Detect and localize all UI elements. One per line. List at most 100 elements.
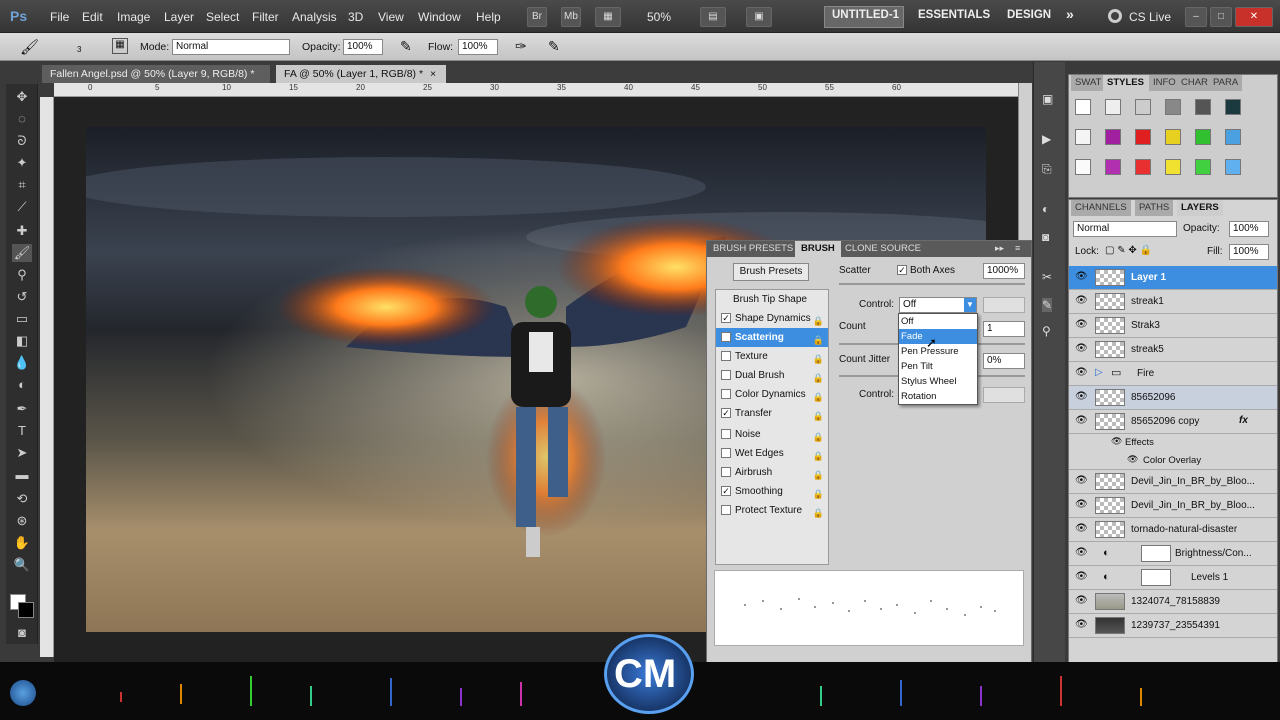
visibility-eye-icon[interactable]: 👁 [1075,595,1088,607]
noise-checkbox[interactable] [721,429,731,439]
visibility-eye-icon[interactable]: 👁 [1075,415,1088,427]
style-swatch[interactable] [1105,159,1121,175]
cslive-icon[interactable] [1108,9,1122,23]
mode-select[interactable]: Normal [172,39,290,55]
airbrush-icon[interactable]: ✑ [515,38,527,55]
visibility-eye-icon[interactable]: 👁 [1075,571,1088,583]
tab-fa[interactable]: FA @ 50% (Layer 1, RGB/8) * × [276,65,446,83]
layer-group-row[interactable]: 👁 ▷ ▭ Fire [1069,362,1277,386]
layer-row[interactable]: 👁 Layer 1 [1069,266,1277,290]
gradient-tool-icon[interactable]: ◧ [12,332,32,350]
tab-channels[interactable]: CHANNELS [1071,200,1131,216]
menu-analysis[interactable]: Analysis [292,10,337,24]
menu-image[interactable]: Image [117,10,150,24]
lock-icons[interactable]: ▢ ✎ ✥ 🔒 [1105,245,1152,256]
visibility-eye-icon[interactable]: 👁 [1075,475,1088,487]
style-swatch[interactable] [1165,99,1181,115]
dodge-tool-icon[interactable]: ◐ [12,376,32,394]
history-brush-tool-icon[interactable]: ↺ [12,288,32,306]
mini-bridge-button[interactable]: Mb [561,7,581,27]
type-tool-icon[interactable]: T [12,422,32,440]
layer-row[interactable]: 👁 Strak3 [1069,314,1277,338]
scattering-checkbox[interactable]: ✓ [721,332,731,342]
visibility-eye-icon[interactable]: 👁 [1075,523,1088,535]
workspace-design[interactable]: DESIGN [1007,9,1051,21]
layer-row[interactable]: 👁 Devil_Jin_In_BR_by_Bloo... [1069,494,1277,518]
both-axes-checkbox[interactable]: ✓ [897,265,907,275]
visibility-eye-icon[interactable]: 👁 [1075,499,1088,511]
workspace-current[interactable]: UNTITLED-1 [832,9,899,21]
dual-brush-checkbox[interactable] [721,370,731,380]
style-swatch[interactable] [1075,159,1091,175]
tab-clone-source[interactable]: CLONE SOURCE [839,241,927,257]
panel-menu-icon[interactable]: ≡ [1015,243,1020,253]
visibility-eye-icon[interactable]: 👁 [1075,367,1088,379]
fx-badge[interactable]: fx [1239,415,1248,426]
effect-row[interactable]: 👁 Color Overlay [1069,452,1277,470]
layer-row[interactable]: 👁 streak5 [1069,338,1277,362]
hand-tool-icon[interactable]: ✋ [12,534,32,552]
dropdown-option-rotation[interactable]: Rotation [899,389,977,404]
dropdown-option-stylus-wheel[interactable]: Stylus Wheel [899,374,977,389]
visibility-eye-icon[interactable]: 👁 [1075,547,1088,559]
style-swatch[interactable] [1165,159,1181,175]
menu-view[interactable]: View [378,10,404,24]
style-swatch[interactable] [1135,129,1151,145]
tab-paths[interactable]: PATHS [1135,200,1174,216]
style-swatch[interactable] [1135,99,1151,115]
3d-orbit-tool-icon[interactable]: ⊛ [12,512,32,530]
tab-styles[interactable]: STYLES [1103,75,1148,91]
shape-dynamics-item[interactable]: ✓ Shape Dynamics 🔒 [716,309,828,328]
visibility-eye-icon[interactable]: 👁 [1075,295,1088,307]
visibility-eye-icon[interactable]: 👁 [1075,343,1088,355]
pressure-opacity-icon[interactable]: ✎ [400,38,412,55]
panel-collapse-icon[interactable]: ▸▸ [995,243,1004,254]
brush-presets-button[interactable]: Brush Presets [733,263,809,281]
tab-close-icon[interactable]: × [430,68,436,80]
healing-tool-icon[interactable]: ✚ [12,222,32,240]
style-swatch[interactable] [1195,129,1211,145]
visibility-eye-icon[interactable]: 👁 [1075,271,1088,283]
effects-row[interactable]: 👁 Effects [1069,434,1277,452]
clone-source-icon[interactable]: ⚲ [1042,324,1051,338]
visibility-eye-icon[interactable]: 👁 [1075,391,1088,403]
minimize-button[interactable]: – [1185,7,1207,27]
menu-edit[interactable]: Edit [82,10,103,24]
scatter-slider[interactable] [839,283,1025,285]
3d-rotate-tool-icon[interactable]: ⟲ [12,490,32,508]
style-swatch[interactable] [1135,159,1151,175]
adjustment-layer-row[interactable]: 👁 ◐ Brightness/Con... [1069,542,1277,566]
bridge-button[interactable]: Br [527,7,547,27]
clone-stamp-tool-icon[interactable]: ⚲ [12,266,32,284]
layer-row[interactable]: 👁 Devil_Jin_In_BR_by_Bloo... [1069,470,1277,494]
color-dynamics-item[interactable]: Color Dynamics 🔒 [716,385,828,404]
expand-triangle-icon[interactable]: ▷ [1095,367,1103,378]
transfer-checkbox[interactable]: ✓ [721,408,731,418]
style-swatch[interactable] [1075,99,1091,115]
view-extras-icon[interactable]: ▦ [595,7,621,27]
workspace-more[interactable]: » [1066,6,1074,22]
style-swatch[interactable] [1165,129,1181,145]
shape-dynamics-checkbox[interactable]: ✓ [721,313,731,323]
count-jitter-input[interactable]: 0% [983,353,1025,369]
transfer-item[interactable]: ✓ Transfer 🔒 [716,404,828,423]
dropdown-option-off[interactable]: Off [899,314,977,329]
flow-input[interactable]: 100% [458,39,498,55]
layer-row[interactable]: 👁 85652096 copy fx [1069,410,1277,434]
noise-item[interactable]: Noise 🔒 [716,425,828,444]
eyedropper-tool-icon[interactable]: ⟋ [12,198,32,216]
style-swatch[interactable] [1195,99,1211,115]
lasso-tool-icon[interactable]: ᘐ [12,132,32,150]
visibility-eye-icon[interactable]: 👁 [1075,619,1088,631]
close-button[interactable]: ✕ [1235,7,1273,27]
pressure-size-icon[interactable]: ✎ [548,38,560,55]
dropdown-option-pen-pressure[interactable]: Pen Pressure [899,344,977,359]
brush-tip-shape-item[interactable]: Brush Tip Shape [716,290,828,309]
tab-swatches[interactable]: SWAT [1071,75,1106,91]
tab-brush[interactable]: BRUSH [795,241,841,257]
menu-filter[interactable]: Filter [252,10,279,24]
quick-mask-icon[interactable]: ◙ [12,624,32,642]
smoothing-checkbox[interactable]: ✓ [721,486,731,496]
style-swatch[interactable] [1075,129,1091,145]
path-select-tool-icon[interactable]: ➤ [12,444,32,462]
